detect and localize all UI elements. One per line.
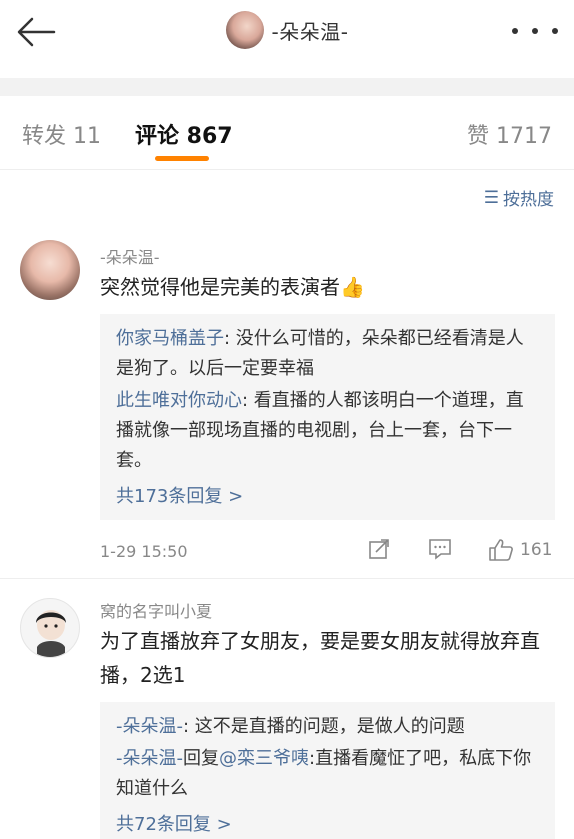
like-button[interactable]: 161 bbox=[488, 538, 552, 562]
divider bbox=[0, 578, 574, 579]
tab-likes[interactable]: 赞 1717 bbox=[467, 118, 552, 150]
comment-username[interactable]: -朵朵温- bbox=[100, 244, 160, 268]
tab-comments[interactable]: 评论 867 bbox=[135, 118, 233, 150]
reply-item: -朵朵温-: 这不是直播的问题，是做人的问题 bbox=[116, 712, 541, 742]
reply-item: 此生唯对你动心: 看直播的人都该明白一个道理，直播就像一部现场直播的电视剧，台上… bbox=[116, 386, 541, 476]
sort-button[interactable]: ☰ 按热度 bbox=[483, 185, 554, 211]
comment-button[interactable] bbox=[428, 538, 452, 560]
comment-text: 为了直播放弃了女朋友，要是要女朋友就得放弃直播，2选1 bbox=[100, 629, 540, 687]
sort-icon: ☰ bbox=[483, 187, 499, 208]
comment-time: 1-29 15:50 bbox=[100, 542, 188, 561]
more-button[interactable] bbox=[512, 18, 558, 44]
reply-username[interactable]: -朵朵温- bbox=[116, 716, 183, 737]
reply-text: : 这不是直播的问题，是做人的问题 bbox=[183, 716, 465, 737]
reply-username[interactable]: 你家马桶盖子 bbox=[116, 328, 224, 349]
view-all-replies-link[interactable]: 共173条回复 > bbox=[116, 482, 541, 508]
more-horizontal-icon bbox=[512, 28, 558, 34]
sort-label: 按热度 bbox=[503, 190, 554, 210]
like-count: 161 bbox=[520, 540, 553, 560]
share-button[interactable] bbox=[368, 538, 390, 560]
top-bar: -朵朵温- bbox=[0, 0, 574, 64]
active-tab-indicator bbox=[155, 156, 209, 161]
share-icon bbox=[369, 539, 389, 559]
page-title: -朵朵温- bbox=[271, 19, 349, 44]
tab-repost[interactable]: 转发 11 bbox=[22, 118, 101, 150]
avatar[interactable] bbox=[20, 598, 80, 658]
header-avatar bbox=[225, 11, 264, 49]
thumbs-up-icon bbox=[489, 539, 513, 561]
reply-username[interactable]: -朵朵温- bbox=[116, 748, 183, 769]
reply-box[interactable]: -朵朵温-: 这不是直播的问题，是做人的问题 -朵朵温-回复@栾三爷咦:直播看魔… bbox=[100, 702, 555, 839]
reply-box[interactable]: 你家马桶盖子: 没什么可惜的，朵朵都已经看清是人是狗了。以后一定要幸福 此生唯对… bbox=[100, 314, 555, 520]
reply-mention[interactable]: @栾三爷咦 bbox=[219, 748, 309, 769]
reply-connector: 回复 bbox=[183, 748, 219, 769]
section-gap bbox=[0, 78, 574, 96]
comment-meta: 1-29 15:50 161 bbox=[100, 538, 555, 568]
avatar[interactable] bbox=[20, 240, 80, 300]
tab-bar: 转发 11 评论 867 赞 1717 bbox=[0, 96, 574, 170]
comment-text: 突然觉得他是完美的表演者👍 bbox=[100, 275, 365, 299]
cartoon-avatar-icon bbox=[36, 610, 66, 657]
view-all-replies-link[interactable]: 共72条回复 > bbox=[116, 810, 541, 836]
reply-username[interactable]: 此生唯对你动心 bbox=[116, 390, 242, 411]
reply-item: -朵朵温-回复@栾三爷咦:直播看魔怔了吧，私底下你知道什么 bbox=[116, 744, 541, 804]
comment-icon bbox=[429, 539, 451, 560]
reply-item: 你家马桶盖子: 没什么可惜的，朵朵都已经看清是人是狗了。以后一定要幸福 bbox=[116, 324, 541, 384]
header-title-group[interactable]: -朵朵温- bbox=[0, 10, 574, 50]
comment-username[interactable]: 窝的名字叫小夏 bbox=[100, 598, 212, 622]
